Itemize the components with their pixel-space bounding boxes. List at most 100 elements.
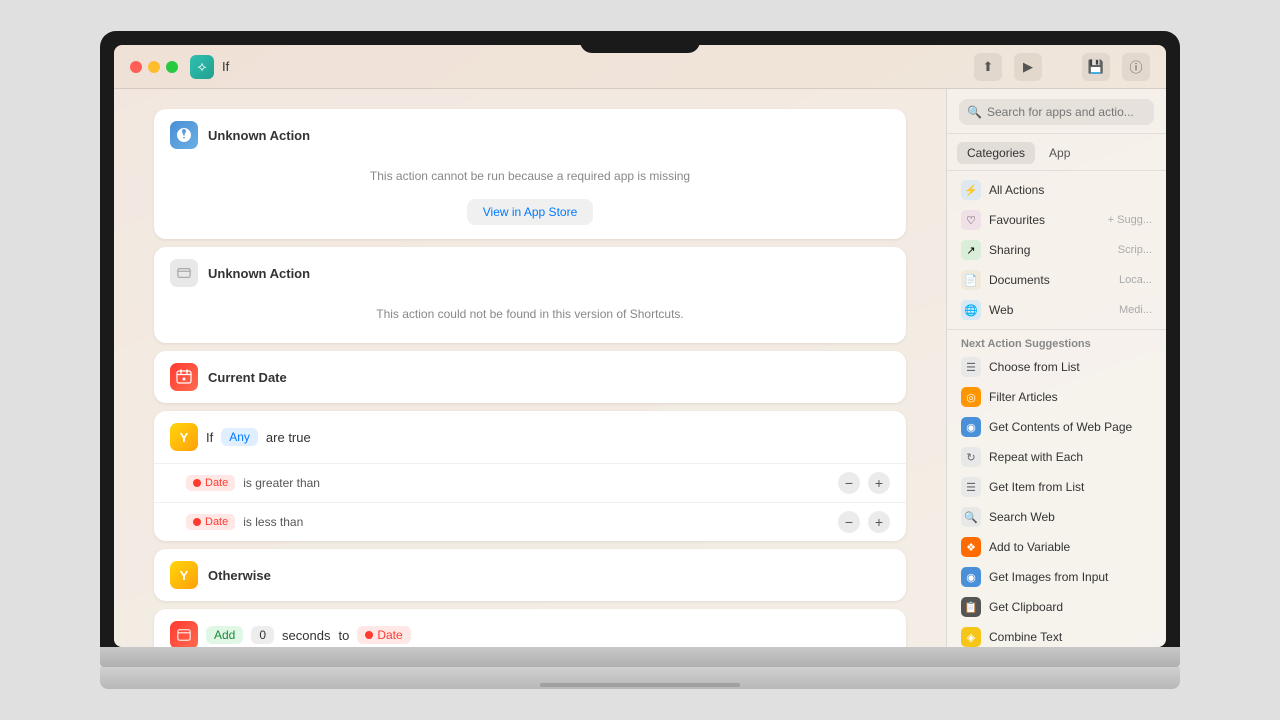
tab-categories[interactable]: Categories — [957, 142, 1035, 164]
repeat-icon: ↻ — [961, 447, 981, 467]
seconds-label: seconds — [282, 628, 330, 643]
suggestion-repeat-with-each[interactable]: ↻ Repeat with Each — [947, 442, 1166, 472]
otherwise-label: Otherwise — [208, 568, 271, 583]
filter-articles-label: Filter Articles — [989, 390, 1058, 404]
if-are-true: are true — [266, 430, 311, 445]
search-web-icon: 🔍 — [961, 507, 981, 527]
repeat-label: Repeat with Each — [989, 450, 1083, 464]
to-label: to — [338, 628, 349, 643]
current-date-title: Current Date — [208, 370, 287, 385]
condition-2-minus[interactable]: − — [838, 511, 860, 533]
unknown-action-2-body: This action could not be found in this v… — [154, 299, 906, 343]
cat-documents[interactable]: 📄 Documents Loca... — [947, 265, 1166, 295]
search-web-label: Search Web — [989, 510, 1055, 524]
sharing-label: Sharing — [989, 243, 1030, 257]
get-images-icon: ◉ — [961, 567, 981, 587]
add-date-icon — [170, 621, 198, 647]
unknown-action-2-header: Unknown Action — [154, 247, 906, 299]
if-label: If — [206, 430, 213, 445]
laptop-bottom-bar — [100, 647, 1180, 667]
condition-1-dot — [193, 479, 201, 487]
info-button[interactable]: ⓘ — [1122, 53, 1150, 81]
save-button[interactable]: 💾 — [1082, 53, 1110, 81]
screen-content: ⟡ If ⬆ ▶ 💾 ⓘ — [114, 45, 1166, 647]
tab-app[interactable]: App — [1039, 142, 1080, 164]
laptop-base — [100, 667, 1180, 689]
suggestion-get-images[interactable]: ◉ Get Images from Input — [947, 562, 1166, 592]
script-label: Scrip... — [1118, 244, 1152, 256]
suggestion-get-contents-web[interactable]: ◉ Get Contents of Web Page — [947, 412, 1166, 442]
speaker-bar — [540, 683, 740, 687]
condition-2-plus[interactable]: + — [868, 511, 890, 533]
web-icon: 🌐 — [961, 300, 981, 320]
condition-2-op: is less than — [243, 515, 303, 529]
suggestion-add-to-variable[interactable]: ❖ Add to Variable — [947, 532, 1166, 562]
get-contents-label: Get Contents of Web Page — [989, 420, 1132, 434]
sugg-label: + Sugg... — [1108, 214, 1152, 226]
close-button[interactable] — [130, 61, 142, 73]
unknown-action-1-header: Unknown Action — [154, 109, 906, 161]
action-categories: ⚡ All Actions ♡ Favourites + Sugg... ↗ S… — [947, 171, 1166, 330]
main-layout: Unknown Action This action cannot be run… — [114, 89, 1166, 647]
suggestion-filter-articles[interactable]: ◎ Filter Articles — [947, 382, 1166, 412]
unknown-action-1-icon — [170, 121, 198, 149]
suggestion-choose-from-list[interactable]: ☰ Choose from List — [947, 352, 1166, 382]
next-action-header: Next Action Suggestions — [947, 334, 1166, 352]
current-date-icon — [170, 363, 198, 391]
choose-list-label: Choose from List — [989, 360, 1080, 374]
documents-label: Documents — [989, 273, 1050, 287]
condition-row-2: Date is less than − + — [154, 502, 906, 541]
sharing-icon: ↗ — [961, 240, 981, 260]
add-label: Add — [206, 626, 243, 644]
unknown-action-2-title: Unknown Action — [208, 266, 310, 281]
otherwise-icon: Y — [170, 561, 198, 589]
traffic-lights — [130, 61, 178, 73]
fullscreen-button[interactable] — [166, 61, 178, 73]
view-app-store-button[interactable]: View in App Store — [467, 199, 594, 225]
app-title-area: ⟡ If — [190, 55, 974, 79]
web-label: Web — [989, 303, 1013, 317]
condition-1-plus[interactable]: + — [868, 472, 890, 494]
suggestion-get-clipboard[interactable]: 📋 Get Clipboard — [947, 592, 1166, 622]
add-variable-label: Add to Variable — [989, 540, 1070, 554]
search-input[interactable] — [959, 99, 1154, 125]
favourites-icon: ♡ — [961, 210, 981, 230]
app-icon: ⟡ — [190, 55, 214, 79]
category-tabs: Categories App — [947, 134, 1166, 171]
right-sidebar: 🔍 Categories App ⚡ All Actions — [946, 89, 1166, 647]
add-date-card: Add 0 seconds to Date — [154, 609, 906, 647]
unknown-action-2-icon — [170, 259, 198, 287]
unknown-action-1-description: This action cannot be run because a requ… — [170, 161, 890, 191]
cat-favourites[interactable]: ♡ Favourites + Sugg... — [947, 205, 1166, 235]
screen-bezel: ⟡ If ⬆ ▶ 💾 ⓘ — [100, 31, 1180, 647]
get-contents-icon: ◉ — [961, 417, 981, 437]
date-dot — [365, 631, 373, 639]
suggestion-search-web[interactable]: 🔍 Search Web — [947, 502, 1166, 532]
get-images-label: Get Images from Input — [989, 570, 1108, 584]
cat-web[interactable]: 🌐 Web Medi... — [947, 295, 1166, 325]
add-variable-icon: ❖ — [961, 537, 981, 557]
unknown-action-2-description: This action could not be found in this v… — [170, 299, 890, 329]
suggestion-get-item-from-list[interactable]: ☰ Get Item from List — [947, 472, 1166, 502]
otherwise-card: Y Otherwise — [154, 549, 906, 601]
loca-label: Loca... — [1119, 274, 1152, 286]
share-button[interactable]: ⬆ — [974, 53, 1002, 81]
favourites-label: Favourites — [989, 213, 1045, 227]
get-clipboard-label: Get Clipboard — [989, 600, 1063, 614]
condition-1-date-tag: Date — [186, 475, 235, 491]
play-button[interactable]: ▶ — [1014, 53, 1042, 81]
cat-sharing[interactable]: ↗ Sharing Scrip... — [947, 235, 1166, 265]
get-item-icon: ☰ — [961, 477, 981, 497]
minimize-button[interactable] — [148, 61, 160, 73]
all-actions-label: All Actions — [989, 183, 1044, 197]
get-clipboard-icon: 📋 — [961, 597, 981, 617]
cat-all-actions[interactable]: ⚡ All Actions — [947, 175, 1166, 205]
unknown-action-1: Unknown Action This action cannot be run… — [154, 109, 906, 239]
workflow-area[interactable]: Unknown Action This action cannot be run… — [114, 89, 946, 647]
if-any-tag[interactable]: Any — [221, 428, 258, 446]
suggestion-combine-text[interactable]: ◈ Combine Text — [947, 622, 1166, 647]
condition-2-date-tag: Date — [186, 514, 235, 530]
condition-1-minus[interactable]: − — [838, 472, 860, 494]
zero-value[interactable]: 0 — [251, 626, 274, 644]
unknown-action-2: Unknown Action This action could not be … — [154, 247, 906, 343]
